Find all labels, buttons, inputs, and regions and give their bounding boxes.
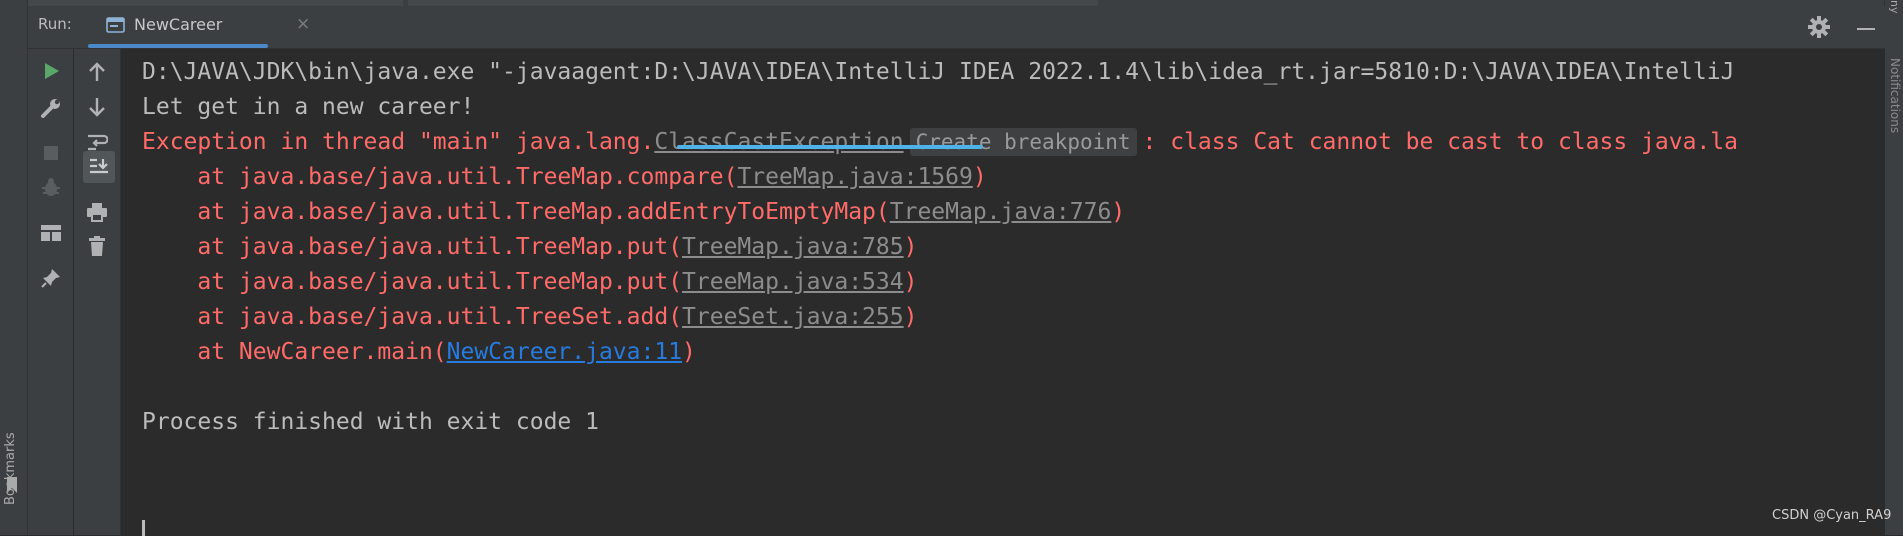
- stack-frame-text: at java.base/java.util.TreeSet.add(: [142, 304, 683, 330]
- console-tab-icon: [106, 16, 126, 34]
- stack-frame-close: ): [903, 304, 918, 330]
- down-arrow-icon[interactable]: [83, 93, 111, 121]
- up-arrow-icon[interactable]: [83, 58, 111, 86]
- stack-frame-link[interactable]: TreeMap.java:785: [682, 234, 904, 260]
- stack-frame: at NewCareer.main(NewCareer.java:11): [142, 337, 696, 367]
- exception-prefix: Exception in thread "main" java.lang.: [142, 129, 655, 155]
- notifications-tool-button[interactable]: Notifications: [1886, 58, 1902, 198]
- stack-frame-link[interactable]: TreeMap.java:534: [682, 269, 904, 295]
- stack-frame-text: at java.base/java.util.TreeMap.put(: [142, 234, 683, 260]
- exit-status: Process finished with exit code 1: [142, 409, 599, 435]
- stack-frame-close: ): [1111, 199, 1126, 225]
- right-tool-stripe: ny Notifications: [1884, 0, 1903, 535]
- trash-icon[interactable]: [83, 232, 111, 260]
- layout-icon[interactable]: [37, 219, 65, 247]
- run-toolbar-secondary: [74, 49, 121, 535]
- stack-frame: at java.base/java.util.TreeMap.addEntryT…: [142, 197, 1125, 227]
- command-line: D:\JAVA\JDK\bin\java.exe "-javaagent:D:\…: [142, 59, 1735, 85]
- stop-icon[interactable]: [37, 139, 65, 167]
- program-output: Let get in a new career!: [142, 94, 475, 120]
- stack-frame: at java.base/java.util.TreeSet.add(TreeS…: [142, 302, 917, 332]
- run-toolbar-primary: [28, 49, 73, 535]
- stack-frame: at java.base/java.util.TreeMap.put(TreeM…: [142, 267, 917, 297]
- rerun-icon[interactable]: [37, 57, 65, 85]
- exception-class-link[interactable]: ClassCastException: [654, 129, 903, 155]
- scroll-to-end-icon[interactable]: [83, 151, 115, 183]
- gear-icon[interactable]: [1806, 14, 1832, 40]
- debug-icon[interactable]: [37, 174, 65, 202]
- close-icon[interactable]: ×: [296, 14, 310, 34]
- right-stripe-fragment[interactable]: ny: [1888, 0, 1901, 13]
- minimize-icon[interactable]: [1853, 14, 1879, 40]
- minimize-bar: [1857, 28, 1875, 30]
- stack-frame-text: at java.base/java.util.TreeMap.compare(: [142, 164, 738, 190]
- tab-label: NewCareer: [134, 15, 223, 34]
- stack-frame: at java.base/java.util.TreeMap.put(TreeM…: [142, 232, 917, 262]
- bookmark-icon[interactable]: [6, 476, 18, 494]
- stack-frame-link[interactable]: TreeMap.java:1569: [737, 164, 972, 190]
- text-caret: [142, 520, 145, 536]
- stack-frame-source-link[interactable]: NewCareer.java:11: [447, 339, 682, 365]
- stack-frame: at java.base/java.util.TreeMap.compare(T…: [142, 162, 987, 192]
- left-tool-stripe: Bookmarks: [0, 0, 28, 535]
- stack-frame-text: at NewCareer.main(: [142, 339, 447, 365]
- tab-newcareer[interactable]: NewCareer ×: [88, 6, 310, 48]
- stack-frame-close: ): [682, 339, 696, 365]
- stack-frame-close: ): [903, 234, 918, 260]
- run-label: Run:: [38, 15, 72, 33]
- stack-frame-text: at java.base/java.util.TreeMap.addEntryT…: [142, 199, 890, 225]
- watermark: CSDN @Cyan_RA9: [1772, 508, 1892, 523]
- stack-frame-link[interactable]: TreeMap.java:776: [890, 199, 1112, 225]
- console-output[interactable]: D:\JAVA\JDK\bin\java.exe "-javaagent:D:\…: [121, 49, 1885, 535]
- stack-frame-close: ): [903, 269, 918, 295]
- active-tab-indicator: [88, 44, 268, 48]
- run-tool-window-header: Run: NewCareer ×: [28, 6, 1885, 49]
- create-breakpoint-hint[interactable]: Create breakpoint: [909, 128, 1137, 156]
- stack-frame-link[interactable]: TreeSet.java:255: [682, 304, 904, 330]
- stack-frame-text: at java.base/java.util.TreeMap.put(: [142, 269, 683, 295]
- exception-line: Exception in thread "main" java.lang.Cla…: [142, 127, 1738, 157]
- exception-link-highlight: [677, 145, 983, 149]
- print-icon[interactable]: [83, 198, 111, 226]
- exception-message: : class Cat cannot be cast to class java…: [1142, 129, 1738, 155]
- pin-icon[interactable]: [37, 264, 65, 292]
- stack-frame-close: ): [972, 164, 987, 190]
- modify-config-icon[interactable]: [37, 94, 65, 122]
